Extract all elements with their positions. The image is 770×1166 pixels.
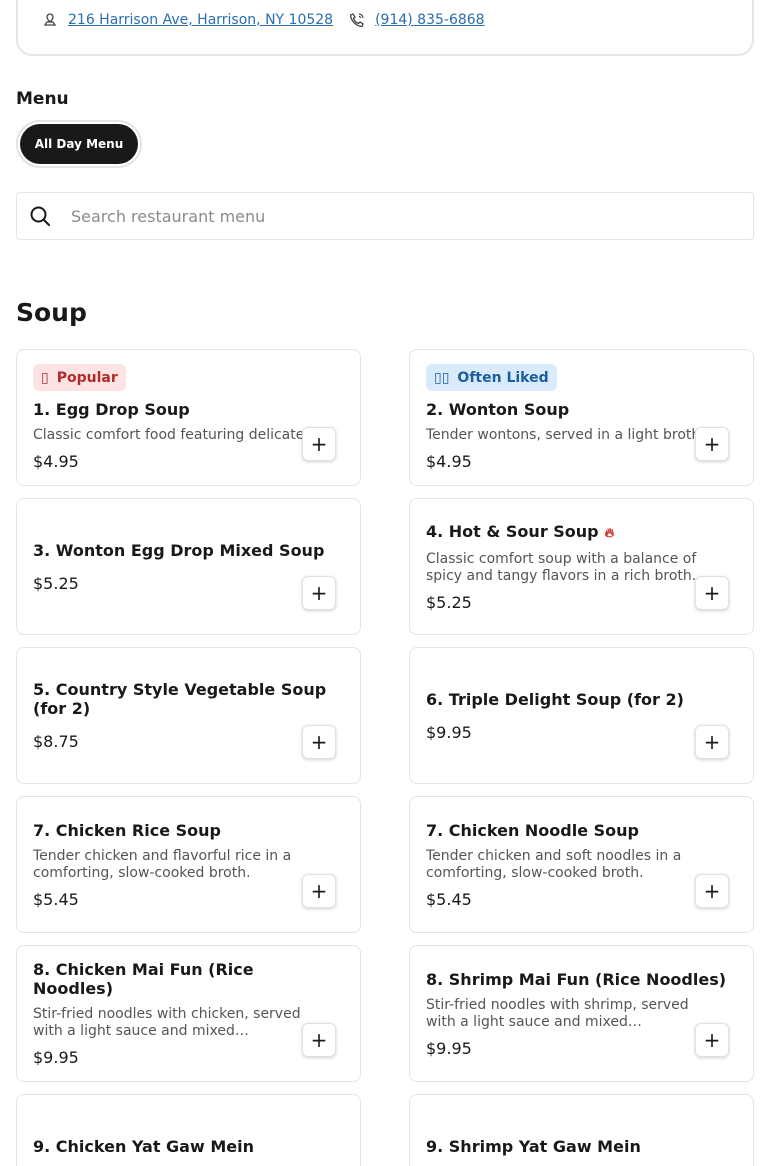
menu-item-card[interactable]: 3. Wonton Egg Drop Mixed Soup $5.25 +	[16, 498, 361, 635]
menu-item-card[interactable]: 4. Hot & Sour Soup 🔥︎ Classic comfort sou…	[409, 498, 754, 635]
item-name: 9. Shrimp Yat Gaw Mein	[426, 1137, 641, 1156]
menu-item-card[interactable]: 7. Chicken Rice Soup Tender chicken and …	[16, 796, 361, 933]
add-item-button[interactable]: +	[302, 1023, 336, 1057]
item-description: Tender chicken and soft noodles in a com…	[426, 847, 682, 881]
restaurant-info-card: 216 Harrison Ave, Harrison, NY 10528 (91…	[16, 0, 754, 56]
often-liked-badge: ▯▯ Often Liked	[426, 364, 557, 391]
add-item-button[interactable]: +	[695, 576, 729, 610]
menu-item-card[interactable]: 9. Chicken Yat Gaw Mein	[16, 1094, 361, 1166]
item-name: 7. Chicken Rice Soup	[33, 820, 221, 840]
item-name: 6. Triple Delight Soup (for 2)	[426, 689, 684, 709]
item-description: Tender chicken and flavorful rice in a c…	[33, 847, 292, 881]
item-name: 1. Egg Drop Soup	[33, 400, 190, 419]
item-price: $9.95	[33, 1048, 79, 1067]
add-item-button[interactable]: +	[302, 427, 336, 461]
fire-icon: 🔥︎	[604, 525, 615, 541]
search-bar[interactable]	[16, 192, 754, 240]
add-item-button[interactable]: +	[302, 725, 336, 759]
item-name: 4. Hot & Sour Soup	[426, 521, 599, 541]
menu-item-card[interactable]: 9. Shrimp Yat Gaw Mein	[409, 1094, 754, 1166]
item-name: 7. Chicken Noodle Soup	[426, 820, 639, 840]
item-price: $5.25	[33, 573, 79, 593]
item-description: Classic comfort soup with a balance of s…	[426, 550, 697, 584]
menu-item-card[interactable]: 5. Country Style Vegetable Soup (for 2) …	[16, 647, 361, 784]
badge-label: Often Liked	[457, 369, 549, 386]
item-price: $5.25	[426, 592, 472, 612]
item-name: 5. Country Style Vegetable Soup (for 2)	[33, 680, 327, 718]
item-name: 8. Shrimp Mai Fun (Rice Noodles)	[426, 969, 727, 989]
add-item-button[interactable]: +	[695, 1023, 729, 1057]
item-price: $5.45	[426, 889, 472, 909]
item-name: 9. Chicken Yat Gaw Mein	[33, 1137, 254, 1156]
add-item-button[interactable]: +	[695, 725, 729, 759]
item-description: Classic comfort food featuring delicate …	[33, 427, 323, 443]
item-name: 2. Wonton Soup	[426, 400, 570, 419]
item-price: $9.95	[426, 722, 472, 742]
add-item-button[interactable]: +	[302, 874, 336, 908]
menu-item-card[interactable]: 8. Chicken Mai Fun (Rice Noodles) Stir-f…	[16, 945, 361, 1082]
phone-link[interactable]: (914) 835-6868	[375, 12, 485, 28]
popular-badge: ▯ Popular	[33, 364, 126, 391]
item-price: $8.75	[33, 732, 79, 751]
item-price: $9.95	[426, 1038, 472, 1058]
popular-icon: ▯	[41, 369, 49, 386]
location-pin-icon	[43, 13, 57, 26]
item-name-row: 4. Hot & Sour Soup 🔥︎	[426, 522, 737, 543]
add-item-button[interactable]: +	[695, 427, 729, 461]
item-description: Stir-fried noodles with chicken, served …	[33, 1006, 301, 1039]
menu-item-card[interactable]: ▯▯ Often Liked 2. Wonton Soup Tender won…	[409, 349, 754, 486]
badge-label: Popular	[56, 369, 118, 386]
menu-heading: Menu	[16, 89, 69, 109]
section-title: Soup	[16, 298, 87, 327]
item-name: 3. Wonton Egg Drop Mixed Soup	[33, 540, 325, 560]
item-price: $5.45	[33, 889, 79, 909]
add-item-button[interactable]: +	[302, 576, 336, 610]
search-input[interactable]	[71, 206, 711, 226]
menu-item-card[interactable]: 8. Shrimp Mai Fun (Rice Noodles) Stir-fr…	[409, 945, 754, 1082]
item-description: Stir-fried noodles with shrimp, served w…	[426, 996, 689, 1030]
often-liked-icon: ▯▯	[434, 369, 450, 386]
menu-item-card[interactable]: ▯ Popular 1. Egg Drop Soup Classic comfo…	[16, 349, 361, 486]
item-name: 8. Chicken Mai Fun (Rice Noodles)	[33, 960, 254, 998]
menu-tab-wrapper: All Day Menu	[16, 120, 142, 168]
item-price: $4.95	[33, 452, 79, 471]
phone-icon	[349, 13, 364, 28]
add-item-button[interactable]: +	[695, 874, 729, 908]
menu-item-card[interactable]: 7. Chicken Noodle Soup Tender chicken an…	[409, 796, 754, 933]
menu-item-card[interactable]: 6. Triple Delight Soup (for 2) $9.95 +	[409, 647, 754, 784]
contact-row: 216 Harrison Ave, Harrison, NY 10528 (91…	[42, 12, 485, 28]
tab-all-day-menu[interactable]: All Day Menu	[20, 124, 138, 164]
item-price: $4.95	[426, 452, 472, 471]
item-description: Tender wontons, served in a light broth.	[426, 427, 705, 443]
search-icon	[30, 206, 50, 226]
address-link[interactable]: 216 Harrison Ave, Harrison, NY 10528	[68, 12, 333, 28]
